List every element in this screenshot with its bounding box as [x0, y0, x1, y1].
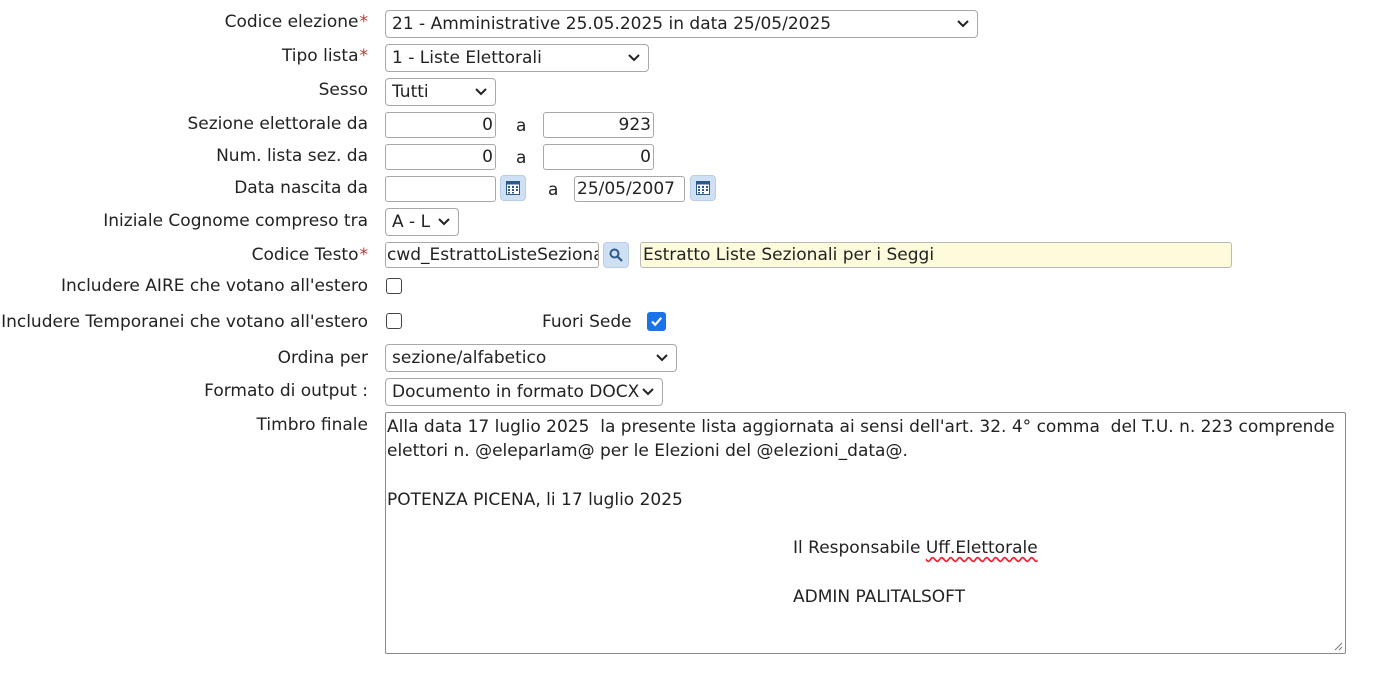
calendar-from-button[interactable]	[500, 175, 526, 201]
data-nascita-label: Data nascita da	[234, 178, 368, 198]
chevron-down-icon	[628, 54, 640, 62]
sesso-select[interactable]: Tutti	[385, 78, 496, 106]
formato-select[interactable]: Documento in formato DOCX	[385, 378, 663, 406]
codice-testo-input[interactable]: cwd_EstrattoListeSezionali	[385, 242, 599, 268]
formato-value: Documento in formato DOCX	[392, 382, 640, 402]
sezione-to-input[interactable]: 923	[543, 112, 654, 138]
data-nascita-separator: a	[548, 180, 559, 200]
codice-elezione-label: Codice elezione*	[224, 12, 368, 32]
ordina-value: sezione/alfabetico	[392, 348, 547, 368]
chevron-down-icon	[656, 354, 668, 362]
num-lista-from-input[interactable]: 0	[385, 144, 496, 170]
num-lista-separator: a	[516, 148, 527, 168]
timbro-line2: POTENZA PICENA, li 17 luglio 2025	[387, 489, 683, 510]
num-lista-to-input[interactable]: 0	[543, 144, 654, 170]
temporanei-checkbox[interactable]	[386, 313, 402, 329]
checkmark-icon	[651, 317, 663, 327]
timbro-label: Timbro finale	[256, 415, 368, 435]
data-nascita-to-input[interactable]: 25/05/2007	[574, 176, 685, 202]
ordina-label: Ordina per	[277, 348, 368, 368]
iniziale-label: Iniziale Cognome compreso tra	[103, 211, 368, 231]
codice-testo-description: Estratto Liste Sezionali per i Seggi	[640, 242, 1232, 268]
search-icon	[609, 248, 623, 262]
tipo-lista-label: Tipo lista*	[281, 46, 368, 66]
resize-grip-icon[interactable]	[1333, 641, 1343, 651]
aire-checkbox[interactable]	[386, 278, 402, 294]
codice-elezione-value: 21 - Amministrative 25.05.2025 in data 2…	[392, 14, 832, 34]
sezione-separator: a	[516, 116, 527, 136]
ordina-select[interactable]: sezione/alfabetico	[385, 344, 677, 372]
timbro-signature-name: ADMIN PALITALSOFT	[793, 587, 966, 608]
data-nascita-from-input[interactable]	[385, 176, 496, 202]
tipo-lista-select[interactable]: 1 - Liste Elettorali	[385, 44, 649, 72]
calendar-to-button[interactable]	[690, 175, 716, 201]
sesso-value: Tutti	[392, 82, 429, 102]
calendar-icon	[506, 181, 520, 195]
chevron-down-icon	[475, 88, 487, 96]
temporanei-label: Includere Temporanei che votano all'este…	[1, 312, 368, 332]
formato-label: Formato di output :	[204, 381, 368, 401]
fuori-sede-label: Fuori Sede	[542, 312, 632, 332]
aire-label: Includere AIRE che votano all'estero	[60, 276, 368, 296]
fuori-sede-checkbox[interactable]	[647, 312, 666, 331]
chevron-down-icon	[957, 20, 969, 28]
codice-elezione-select[interactable]: 21 - Amministrative 25.05.2025 in data 2…	[385, 10, 978, 38]
chevron-down-icon	[438, 218, 450, 226]
iniziale-select[interactable]: A - L	[385, 208, 459, 236]
timbro-line1: Alla data 17 luglio 2025 la presente lis…	[387, 417, 1341, 462]
chevron-down-icon	[642, 388, 654, 396]
sezione-from-input[interactable]: 0	[385, 112, 496, 138]
iniziale-value: A - L	[392, 212, 431, 232]
codice-testo-label: Codice Testo*	[251, 245, 368, 265]
num-lista-label: Num. lista sez. da	[216, 146, 368, 166]
sezione-label: Sezione elettorale da	[187, 114, 368, 134]
codice-testo-search-button[interactable]	[603, 242, 629, 268]
timbro-textarea[interactable]: Alla data 17 luglio 2025 la presente lis…	[385, 412, 1346, 654]
calendar-icon	[696, 181, 710, 195]
timbro-signature-title: Il Responsabile Uff.Elettorale	[793, 538, 1038, 559]
tipo-lista-value: 1 - Liste Elettorali	[392, 48, 542, 68]
sesso-label: Sesso	[318, 80, 368, 100]
